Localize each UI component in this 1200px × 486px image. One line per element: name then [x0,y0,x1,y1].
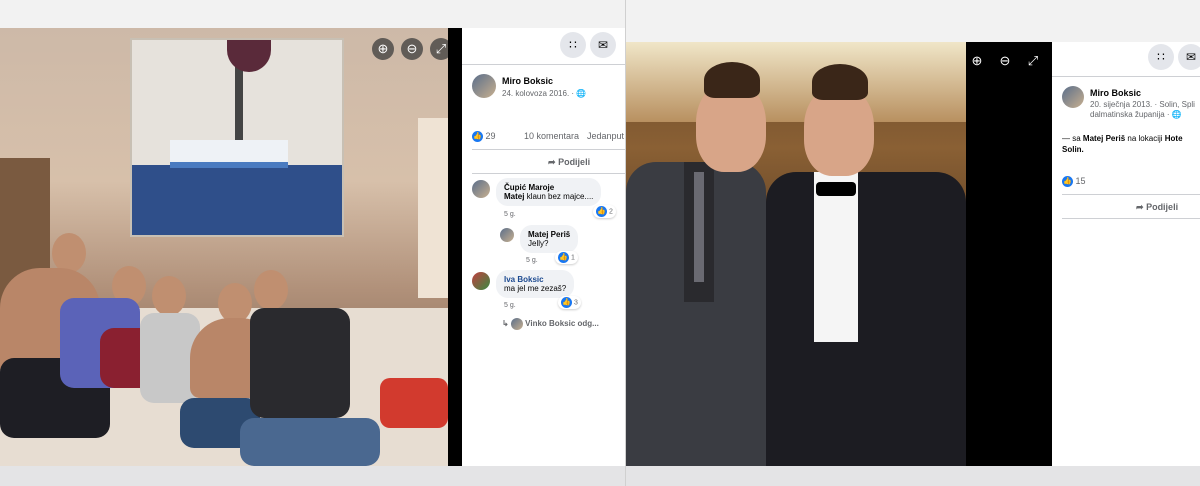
top-background-left [0,0,625,28]
post-caption-line2[interactable]: Solin. [1062,145,1084,154]
reply-bubble: Matej Periš Jelly? [520,225,579,253]
author-name[interactable]: Miro Boksic [502,76,553,86]
author-name[interactable]: Miro Boksic [1090,88,1141,98]
post-date: 24. kolovoza 2016. · 🌐 [502,89,586,98]
reply-author[interactable]: Matej Periš [528,230,570,239]
bottom-background [0,466,1200,486]
comment-text: ma jel me zezaš? [504,284,567,293]
comment-time[interactable]: 5 g. [504,211,516,218]
reply-reactions[interactable]: 👍 1 [555,251,578,264]
wall-painting [130,38,344,237]
zoom-out-icon[interactable]: ⊖ [994,50,1016,72]
zoom-in-icon-right[interactable]: ⊕ [966,50,988,72]
post-caption: — sa Matej Periš na lokaciji Hote [1062,134,1183,143]
like-icon: 👍 [472,131,483,143]
reply-text: Jelly? [528,239,549,248]
comment-avatar[interactable] [472,272,490,290]
globe-icon: 🌐 [1171,110,1182,119]
grid-menu-icon[interactable]: ∷ [560,32,586,58]
group-photo: ⊕ ⊖ ⤢ [0,28,448,466]
reply-time[interactable]: 5 g. [526,257,538,264]
post-location: dalmatinska županija · 🌐 [1090,110,1182,119]
comment-reactions[interactable]: 👍 2 [593,205,616,218]
comment-author[interactable]: Iva Boksic [504,275,566,284]
avatar[interactable] [1062,86,1084,108]
like-icon: 👍 [1062,176,1073,188]
like-count[interactable]: 👍 29 [472,131,496,143]
view-replies[interactable]: ↳ Vinko Boksic odg... [502,318,599,330]
share-label: Podijeli [558,157,591,167]
share-count[interactable]: Jedanput [587,131,624,141]
comment-count[interactable]: 10 komentara [524,131,579,141]
comment-reactions[interactable]: 👍 3 [558,296,581,309]
top-background-right [626,0,1200,42]
tagged-person[interactable]: Matej Periš [1083,134,1125,143]
reply-arrow-icon: ↳ [502,319,509,329]
photo-viewer-right: ⊕ ⊕ ⊖ ⤢ ∷ ✉ Miro Boksic 20. siječnja 201… [626,42,1200,466]
fullscreen-icon[interactable]: ⤢ [430,38,448,60]
zoom-out-icon[interactable]: ⊖ [401,38,423,60]
photo-letterbox: ⊕ ⊖ ⤢ [966,42,1052,466]
messenger-icon[interactable]: ✉ [1178,44,1200,70]
fullscreen-icon[interactable]: ⤢ [1022,50,1044,72]
comment-mention[interactable]: Matej [504,192,524,201]
location-link[interactable]: Hote [1165,134,1183,143]
like-count-text: 29 [485,131,496,141]
zoom-in-icon[interactable]: ⊕ [372,38,394,60]
grid-menu-icon[interactable]: ∷ [1148,44,1174,70]
avatar[interactable] [472,74,496,98]
share-button[interactable]: ➦ Podijeli [1136,202,1178,213]
post-location-text: dalmatinska županija · [1090,110,1170,119]
like-count[interactable]: 👍 15 [1062,176,1086,188]
reply-preview-text: Vinko Boksic odg... [525,319,599,329]
share-label: Podijeli [1146,202,1179,212]
share-icon: ➦ [1136,202,1144,212]
photo-viewer-left: ⊕ ⊖ ⤢ ∷ ✉ Miro Boksic 24. kolovoza 2016.… [0,28,625,466]
comment-text: klaun bez majce.... [526,192,594,201]
comment-avatar[interactable] [472,180,490,198]
comment-time[interactable]: 5 g. [504,302,516,309]
comment-bubble: Iva Boksic ma jel me zezaš? [496,270,575,298]
reply-avatar[interactable] [500,228,514,242]
post-sidebar-left: ∷ ✉ Miro Boksic 24. kolovoza 2016. · 🌐 👍… [462,28,625,466]
messenger-icon[interactable]: ✉ [590,32,616,58]
photo-letterbox [448,28,462,466]
share-icon: ➦ [548,157,556,167]
like-count-text: 15 [1075,176,1086,186]
share-button[interactable]: ➦ Podijeli [548,157,590,168]
globe-icon: 🌐 [576,89,587,98]
post-date: 20. siječnja 2013. · Solin, Spli [1090,100,1195,109]
post-sidebar-right: ∷ ✉ Miro Boksic 20. siječnja 2013. · Sol… [1052,42,1200,466]
portrait-photo: ⊕ [626,42,966,466]
comment-author[interactable]: Čupić Maroje [504,183,593,192]
post-date-text: 24. kolovoza 2016. · [502,89,575,98]
comment-bubble: Čupić Maroje Matej klaun bez majce.... [496,178,602,206]
